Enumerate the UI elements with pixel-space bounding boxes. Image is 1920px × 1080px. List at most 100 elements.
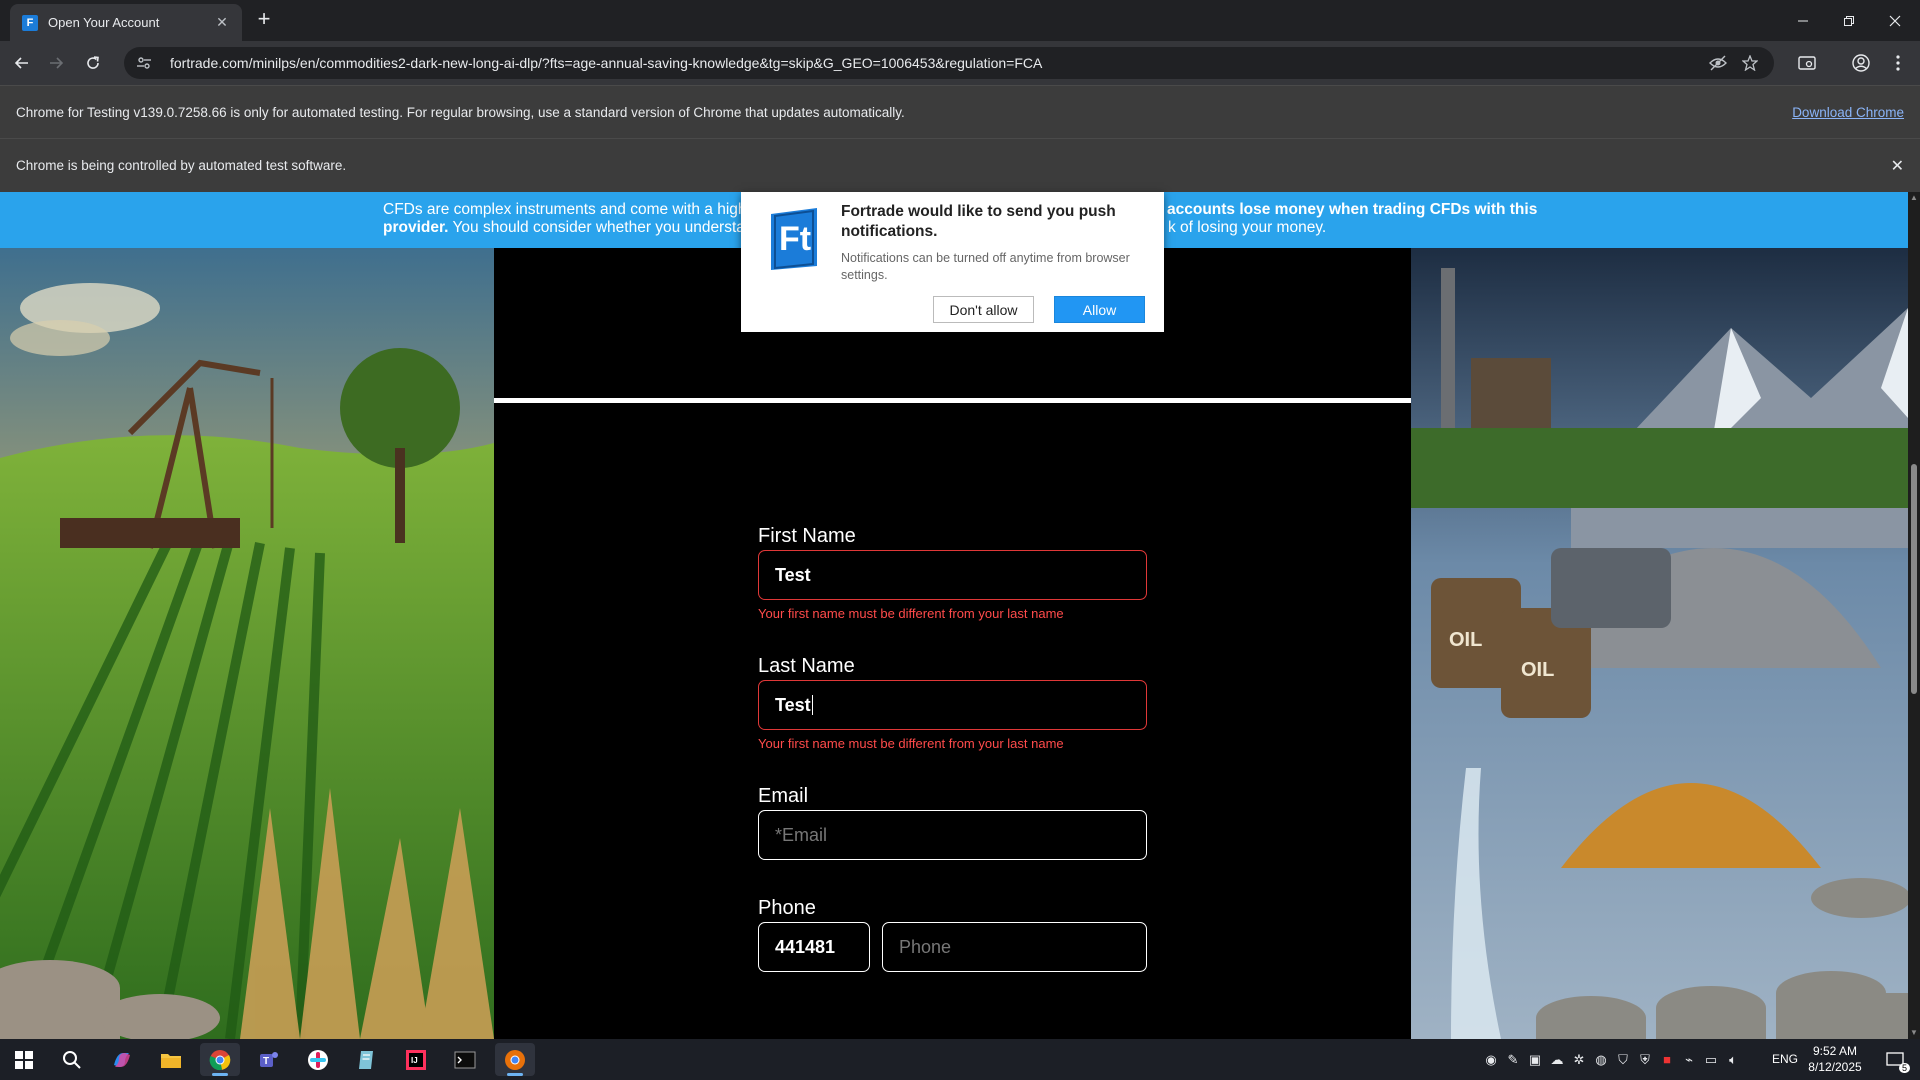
risk-warning-line2-left: provider. You should consider whether yo…	[383, 219, 763, 236]
first-name-value: Test	[775, 564, 811, 585]
browser-tab[interactable]: F Open Your Account ✕	[10, 4, 242, 41]
text-caret	[811, 695, 813, 715]
close-window-button[interactable]	[1872, 0, 1918, 41]
back-button[interactable]	[8, 49, 36, 77]
start-button[interactable]	[4, 1043, 44, 1076]
tab-title: Open Your Account	[48, 15, 160, 30]
browser-toolbar: fortrade.com/minilps/en/commodities2-dar…	[0, 41, 1920, 85]
fortrade-logo-letters: Ft	[779, 220, 811, 258]
risk-warning-line2-right: k of losing your money.	[1168, 219, 1327, 236]
windows-logo-icon	[15, 1050, 33, 1069]
first-name-label: First Name	[758, 525, 856, 547]
onedrive-tray-icon[interactable]: ☁	[1546, 1039, 1568, 1080]
security-tray-icon[interactable]: ◍	[1590, 1039, 1612, 1080]
copilot-app[interactable]	[102, 1043, 142, 1076]
barrel-oil-label: OIL	[1521, 659, 1554, 681]
allow-button[interactable]: Allow	[1054, 296, 1145, 323]
new-tab-button[interactable]: +	[252, 8, 276, 32]
app-tray-icon[interactable]: ■	[1656, 1039, 1678, 1080]
volume-tray-icon[interactable]: 🔈︎	[1722, 1039, 1744, 1080]
chrome-menu-button[interactable]	[1884, 49, 1912, 77]
last-name-input[interactable]: Test	[758, 680, 1147, 730]
notification-center-button[interactable]: 5	[1880, 1047, 1910, 1073]
phone-prefix-input[interactable]: 441481	[758, 922, 870, 972]
skype-tray-icon[interactable]: ◉	[1480, 1039, 1502, 1080]
clock-time: 9:52 AM	[1812, 1044, 1858, 1058]
system-tray: ◉ ✎ ▣ ☁ ✲ ◍ ⛉ ⛨ ■ ⌁ ▭ 🔈︎	[1480, 1039, 1744, 1080]
defender-tray-icon[interactable]: ⛨	[1634, 1039, 1656, 1080]
download-chrome-link[interactable]: Download Chrome	[1792, 105, 1904, 120]
kebab-menu-icon	[1896, 55, 1900, 71]
push-prompt-heading: Fortrade would like to send you push not…	[841, 203, 1116, 240]
dont-allow-button[interactable]: Don't allow	[933, 296, 1034, 323]
forward-arrow-icon	[50, 57, 64, 69]
phone-placeholder: Phone	[899, 936, 952, 957]
site-settings-icon[interactable]	[136, 55, 156, 71]
first-name-input[interactable]: Test	[758, 550, 1147, 600]
forward-button[interactable]	[42, 49, 70, 77]
infobar-close-icon[interactable]: ✕	[1891, 156, 1904, 176]
pen-tray-icon[interactable]: ✎	[1502, 1039, 1524, 1080]
url-text[interactable]: fortrade.com/minilps/en/commodities2-dar…	[170, 55, 1696, 71]
file-explorer-app[interactable]	[151, 1043, 191, 1076]
chrome-for-testing-icon	[505, 1049, 525, 1070]
first-name-error: Your first name must be different from y…	[758, 606, 1064, 621]
clock-date: 8/12/2025	[1808, 1060, 1862, 1074]
notes-app[interactable]	[347, 1043, 387, 1076]
phone-input[interactable]: Phone	[882, 922, 1147, 972]
email-input[interactable]: *Email	[758, 810, 1147, 860]
page-scrollbar[interactable]: ▲ ▼	[1908, 192, 1920, 1039]
teams-tray-icon[interactable]: ▣	[1524, 1039, 1546, 1080]
minimize-button[interactable]	[1780, 0, 1826, 41]
industrial-commodities-illustration: OIL OIL	[1411, 248, 1908, 1039]
last-name-label: Last Name	[758, 655, 855, 677]
barrel-oil-label: OIL	[1449, 629, 1482, 651]
scroll-down-arrow-icon[interactable]: ▼	[1908, 1027, 1920, 1039]
display-tray-icon[interactable]: ▭	[1700, 1039, 1722, 1080]
intellij-icon: IJ	[406, 1049, 426, 1070]
testing-infobar: Chrome for Testing v139.0.7258.66 is onl…	[0, 85, 1920, 138]
bookmark-star-icon[interactable]	[1740, 55, 1760, 71]
testing-infobar-message: Chrome for Testing v139.0.7258.66 is onl…	[16, 104, 905, 120]
tab-close-icon[interactable]: ✕	[214, 14, 230, 31]
language-indicator[interactable]: ENG	[1772, 1052, 1798, 1066]
farmland-oil-pump-illustration	[0, 248, 494, 1039]
folder-icon	[161, 1053, 181, 1068]
chrome-for-testing-app[interactable]	[495, 1043, 535, 1076]
teams-app[interactable]: T	[249, 1043, 289, 1076]
search-button[interactable]	[52, 1043, 92, 1076]
reload-button[interactable]	[79, 49, 107, 77]
profile-button[interactable]	[1847, 49, 1875, 77]
section-divider	[494, 398, 1411, 403]
restore-icon	[1844, 15, 1854, 26]
teams-icon: T	[260, 1051, 278, 1067]
address-bar[interactable]: fortrade.com/minilps/en/commodities2-dar…	[124, 47, 1774, 79]
intellij-app[interactable]: IJ	[396, 1043, 436, 1076]
slack-app[interactable]	[298, 1043, 338, 1076]
notification-count-badge: 5	[1898, 1063, 1910, 1073]
push-notification-prompt: Ft Fortrade would like to send you push …	[741, 192, 1164, 332]
network-tray-icon[interactable]: ⌁	[1678, 1039, 1700, 1080]
chrome-app[interactable]	[200, 1043, 240, 1076]
notepad-icon	[359, 1050, 373, 1069]
svg-text:T: T	[263, 1056, 269, 1067]
settings-tray-icon[interactable]: ✲	[1568, 1039, 1590, 1080]
chrome-icon	[209, 1049, 231, 1070]
terminal-app[interactable]	[445, 1043, 485, 1076]
tab-search-button[interactable]	[1793, 49, 1821, 77]
taskbar-clock[interactable]: 9:52 AM 8/12/2025	[1800, 1043, 1870, 1075]
registration-panel: First Name Test Your first name must be …	[494, 248, 1411, 1039]
search-icon	[63, 1050, 81, 1069]
scroll-up-arrow-icon[interactable]: ▲	[1908, 192, 1920, 204]
shield-tray-icon[interactable]: ⛉	[1612, 1039, 1634, 1080]
scrollbar-thumb[interactable]	[1911, 464, 1917, 694]
email-label: Email	[758, 785, 809, 807]
phone-prefix-value: 441481	[775, 936, 836, 957]
slack-icon	[308, 1049, 328, 1070]
copilot-icon	[114, 1052, 130, 1067]
svg-text:IJ: IJ	[411, 1056, 418, 1065]
restore-button[interactable]	[1826, 0, 1872, 41]
tracking-protection-icon[interactable]	[1708, 55, 1728, 71]
windows-taskbar: T IJ ◉ ✎ ▣ ☁ ✲ ◍ ⛉ ⛨ ■ ⌁ ▭ 🔈︎ ENG 9:52 A…	[0, 1039, 1920, 1080]
fortrade-favicon-icon: F	[22, 14, 38, 31]
